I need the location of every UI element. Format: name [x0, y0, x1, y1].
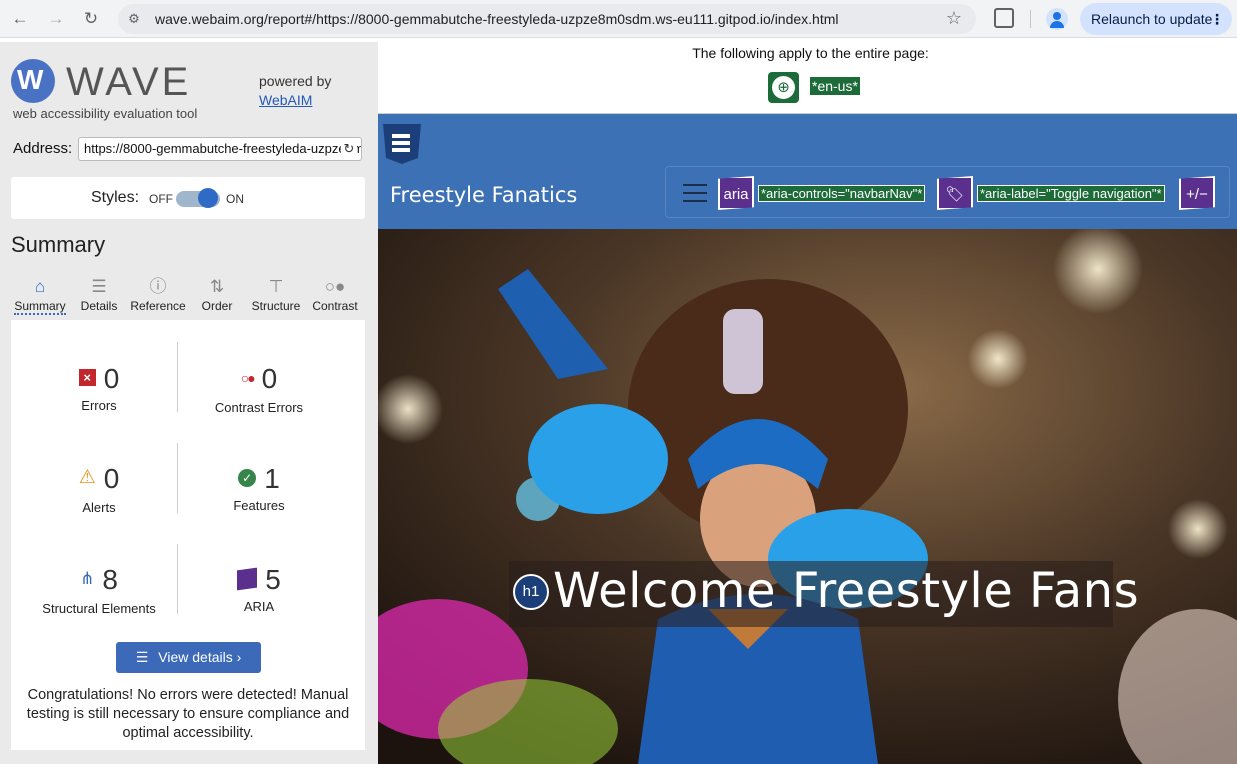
list-icon: ☰: [91, 277, 107, 296]
aria-cube-icon: [237, 567, 258, 591]
tab-label: Contrast: [312, 299, 358, 313]
aria-count: 5: [265, 564, 281, 595]
address-bar[interactable]: ⚙ wave.webaim.org/report#/https://8000-g…: [118, 4, 976, 34]
list-icon: ☰: [135, 649, 149, 665]
structure-icon: ⊤: [268, 277, 284, 296]
forward-arrow-icon[interactable]: →: [45, 8, 67, 30]
contrast-icon: ○●: [324, 277, 346, 296]
styles-label: Styles:: [91, 189, 140, 206]
page-wide-text: The following apply to the entire page:: [692, 45, 929, 61]
aria-expanded-icon[interactable]: +/−: [1179, 176, 1215, 210]
tab-summary[interactable]: ⌂ Summary: [11, 268, 69, 320]
styles-off-label: OFF: [149, 192, 173, 206]
site-navbar: Freestyle Fanatics aria *aria-controls="…: [378, 114, 1237, 229]
errors-count: 0: [103, 363, 120, 394]
powered-by-text: powered by: [259, 73, 332, 89]
errors-label: Errors: [81, 398, 117, 413]
language-globe-icon[interactable]: ⊕: [768, 72, 799, 103]
profile-avatar-icon[interactable]: [1046, 8, 1068, 30]
tab-label: Structure: [251, 299, 301, 313]
aria-label-tag-icon[interactable]: 🏷: [937, 176, 973, 210]
hero-photo: [378, 229, 1237, 764]
features-stat[interactable]: ✓ 1 Features: [179, 462, 339, 513]
toolbar-divider: [1030, 10, 1031, 28]
wave-logo-text: WAVE: [66, 60, 192, 104]
contrast-error-icon: ○●: [240, 369, 256, 386]
relaunch-label: Relaunch to update: [1091, 11, 1213, 27]
address-input[interactable]: https://8000-gemmabutche-freestyleda-uzp…: [78, 137, 362, 161]
wave-tagline: web accessibility evaluation tool: [13, 106, 198, 121]
h1-heading-box: h1 Welcome Freestyle Fans: [509, 561, 1139, 627]
more-menu-icon[interactable]: ⋮: [1210, 3, 1224, 35]
features-count: 1: [264, 463, 280, 494]
back-arrow-icon[interactable]: ←: [9, 8, 31, 30]
structure-tree-icon: ⋔: [80, 568, 95, 588]
wave-logo-icon: W: [11, 59, 55, 103]
tab-label: Details: [80, 299, 118, 313]
alert-icon: ⚠: [78, 466, 96, 488]
navbar-toggler[interactable]: aria *aria-controls="navbarNav"* 🏷 *aria…: [665, 166, 1230, 218]
tab-details[interactable]: ☰ Details: [71, 268, 127, 320]
tab-contrast[interactable]: ○● Contrast: [307, 268, 363, 320]
structural-label: Structural Elements: [42, 600, 156, 616]
browser-toolbar: ← → ↻ ⚙ wave.webaim.org/report#/https://…: [0, 0, 1237, 38]
webaim-link[interactable]: WebAIM: [259, 92, 312, 108]
hamburger-icon[interactable]: [683, 184, 707, 202]
aria-controls-label: *aria-controls="navbarNav"*: [757, 185, 926, 202]
extensions-icon[interactable]: [994, 8, 1014, 28]
aria-stat[interactable]: 5 ARIA: [179, 563, 339, 614]
structural-stat[interactable]: ⋔ 8 Structural Elements: [19, 563, 179, 616]
page-heading: Welcome Freestyle Fans: [553, 563, 1140, 619]
refresh-icon[interactable]: ↻: [341, 138, 357, 160]
home-icon: ⌂: [34, 277, 46, 296]
info-icon: ⓘ: [149, 277, 167, 296]
wave-sidebar: W WAVE web accessibility evaluation tool…: [0, 42, 378, 764]
aria-label: ARIA: [243, 599, 275, 614]
alerts-stat[interactable]: ⚠ 0 Alerts: [19, 462, 179, 515]
styles-toggle[interactable]: [176, 188, 220, 208]
reload-icon[interactable]: ↻: [80, 8, 102, 30]
aria-icon[interactable]: aria: [718, 176, 754, 210]
tab-reference[interactable]: ⓘ Reference: [128, 268, 188, 320]
relaunch-button[interactable]: Relaunch to update ⋮: [1080, 3, 1232, 35]
site-brand[interactable]: Freestyle Fanatics: [390, 183, 577, 207]
view-details-label: View details ›: [158, 649, 242, 665]
congratulations-message: Congratulations! No errors were detected…: [26, 687, 350, 741]
css-validation-icon: [383, 124, 421, 164]
tab-label: Order: [201, 299, 233, 313]
alerts-label: Alerts: [82, 499, 116, 515]
address-label: Address:: [13, 140, 73, 157]
page-wide-icons: The following apply to the entire page: …: [378, 42, 1237, 114]
contrast-label: Contrast Errors: [214, 399, 304, 415]
url-text[interactable]: wave.webaim.org/report#/https://8000-gem…: [155, 11, 839, 27]
h1-badge-icon[interactable]: h1: [513, 574, 549, 610]
structural-count: 8: [102, 564, 118, 595]
error-icon: ×: [78, 369, 96, 387]
aria-label-text: *aria-label="Toggle navigation"*: [977, 185, 1165, 202]
alerts-count: 0: [103, 463, 120, 494]
tab-label: Summary: [14, 299, 66, 315]
features-label: Features: [233, 498, 285, 513]
address-value: https://8000-gemmabutche-freestyleda-uzp…: [84, 141, 361, 156]
styles-toggle-panel: Styles: OFF ON: [11, 177, 365, 219]
language-tag: *en-us*: [809, 76, 861, 96]
tab-structure[interactable]: ⊤ Structure: [247, 268, 305, 320]
hero-image: h1 Welcome Freestyle Fans: [378, 229, 1237, 764]
summary-heading: Summary: [11, 232, 106, 257]
bookmark-star-icon[interactable]: ☆: [946, 8, 962, 29]
summary-card: × 0 Errors ○● 0 Contrast Errors ⚠ 0 Alerts …: [11, 320, 365, 750]
feature-check-icon: ✓: [238, 468, 257, 487]
wave-tabs: ⌂ Summary ☰ Details ⓘ Reference ⇅ Order …: [11, 268, 365, 320]
contrast-count: 0: [261, 363, 278, 394]
site-settings-icon[interactable]: ⚙: [126, 11, 142, 27]
tab-label: Reference: [130, 299, 186, 313]
contrast-errors-stat[interactable]: ○● 0 Contrast Errors: [179, 362, 339, 415]
styles-on-label: ON: [226, 192, 244, 206]
errors-stat[interactable]: × 0 Errors: [19, 362, 179, 413]
order-icon: ⇅: [209, 277, 225, 296]
evaluated-page: The following apply to the entire page: …: [378, 42, 1237, 764]
tab-order[interactable]: ⇅ Order: [191, 268, 243, 320]
view-details-button[interactable]: ☰ View details ›: [116, 642, 261, 673]
